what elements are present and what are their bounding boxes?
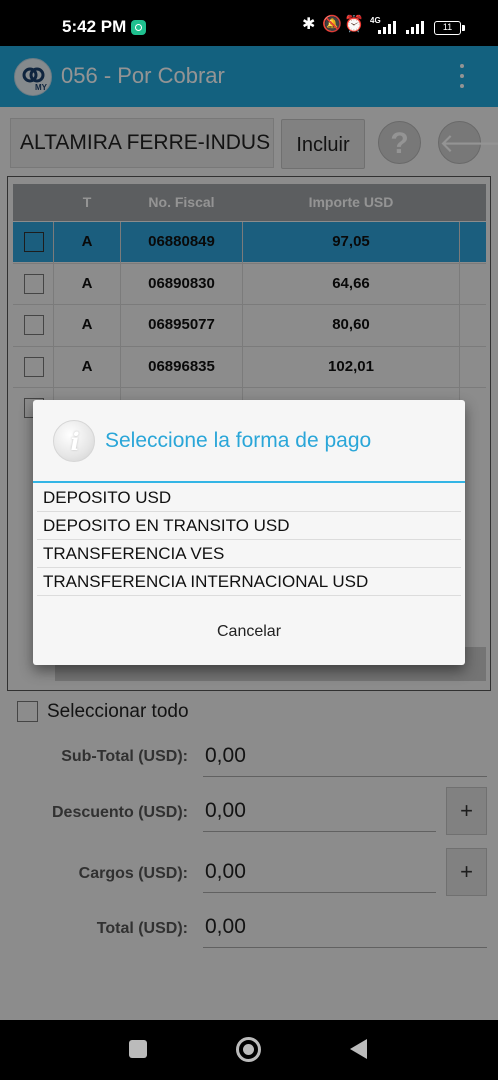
dialog-divider [33,481,465,483]
payment-method-dialog: i Seleccione la forma de pago DEPOSITO U… [33,400,465,665]
status-time: 5:42 PM [62,17,127,36]
recent-apps-icon[interactable] [129,1040,147,1058]
back-triangle-icon[interactable] [350,1039,367,1059]
payment-option-deposito-usd[interactable]: DEPOSITO USD [37,484,461,512]
payment-option-transferencia-internacional-usd[interactable]: TRANSFERENCIA INTERNACIONAL USD [37,568,461,596]
alarm-clock-icon: ⏰ [344,16,364,33]
notification-app-icon [131,20,146,35]
signal-icon [378,21,400,34]
info-icon: i [53,420,95,462]
mute-bell-icon: 🔕 [322,16,342,33]
cancel-button[interactable]: Cancelar [33,610,465,654]
battery-icon: 11 [434,21,461,35]
battery-tip [462,25,465,31]
bluetooth-icon: ✱ [302,16,316,33]
signal-icon-2 [406,21,428,34]
home-icon[interactable] [236,1037,261,1062]
dialog-title: Seleccione la forma de pago [105,429,372,452]
payment-option-deposito-transito-usd[interactable]: DEPOSITO EN TRANSITO USD [37,512,461,540]
payment-option-transferencia-ves[interactable]: TRANSFERENCIA VES [37,540,461,568]
